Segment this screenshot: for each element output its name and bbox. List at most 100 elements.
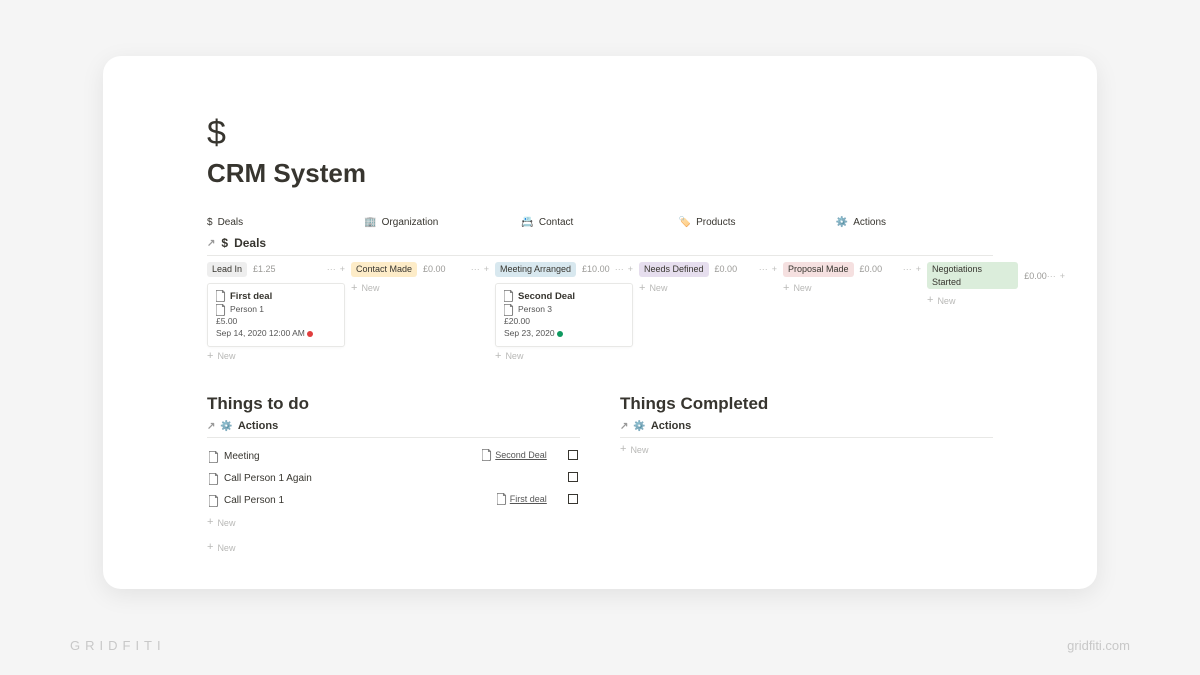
column-amount: £0.00 bbox=[423, 264, 446, 274]
page-icon bbox=[504, 304, 514, 316]
column-header: Negotiations Started£0.00···+ bbox=[927, 262, 1065, 289]
column-add-button[interactable]: + bbox=[772, 264, 777, 274]
watermark-brand: GRIDFITI bbox=[70, 638, 166, 653]
column-more-button[interactable]: ··· bbox=[903, 264, 912, 274]
page-icon bbox=[216, 290, 226, 302]
open-link-icon: ↗ bbox=[620, 421, 628, 432]
actions-view-header[interactable]: ↗ ⚙️ Actions bbox=[620, 420, 993, 438]
column-status-tag: Contact Made bbox=[351, 262, 417, 277]
open-link-icon: ↗ bbox=[207, 238, 215, 249]
column-amount: £0.00 bbox=[860, 264, 883, 274]
nav-label: Contact bbox=[539, 217, 573, 228]
nav-item-products[interactable]: 🏷️ Products bbox=[679, 217, 836, 228]
column-more-button[interactable]: ··· bbox=[327, 264, 336, 274]
done-checkbox[interactable] bbox=[568, 472, 578, 482]
todo-item-name: Call Person 1 bbox=[209, 495, 428, 507]
table-row[interactable]: MeetingSecond Deal bbox=[209, 446, 578, 467]
column-header: Proposal Made£0.00···+ bbox=[783, 262, 921, 277]
deal-link[interactable]: Second Deal bbox=[482, 449, 547, 461]
things-to-do-heading: Things to do bbox=[207, 394, 580, 414]
watermark-url: gridfiti.com bbox=[1067, 638, 1130, 653]
column-status-tag: Needs Defined bbox=[639, 262, 709, 277]
card-price: £5.00 bbox=[216, 316, 336, 328]
column-new-button[interactable]: +New bbox=[783, 283, 921, 294]
column-new-button[interactable]: +New bbox=[351, 283, 489, 294]
page-icon bbox=[482, 449, 492, 461]
column-add-button[interactable]: + bbox=[1060, 271, 1065, 281]
table-row[interactable]: Call Person 1 Again bbox=[209, 469, 578, 488]
plus-icon: + bbox=[927, 295, 933, 306]
kanban-column: Negotiations Started£0.00···++New bbox=[927, 262, 1065, 372]
things-completed-heading: Things Completed bbox=[620, 394, 993, 414]
column-header: Needs Defined £0.00 ··· + bbox=[639, 262, 777, 277]
todo-item-name: Call Person 1 Again bbox=[209, 473, 428, 485]
gear-icon: ⚙️ bbox=[836, 217, 848, 228]
add-todo-button-extra[interactable]: + New bbox=[207, 542, 580, 553]
column-add-button[interactable]: + bbox=[340, 264, 345, 274]
deals-view-header[interactable]: ↗ $ Deals bbox=[207, 232, 993, 256]
nav-item-contact[interactable]: 📇 Contact bbox=[521, 217, 678, 228]
nav-item-actions[interactable]: ⚙️ Actions bbox=[836, 217, 993, 228]
nav-label: Organization bbox=[382, 217, 439, 228]
column-amount: £0.00 bbox=[715, 264, 738, 274]
done-checkbox[interactable] bbox=[568, 450, 578, 460]
column-more-button[interactable]: ··· bbox=[471, 264, 480, 274]
status-dot-icon bbox=[557, 331, 563, 337]
plus-icon: + bbox=[495, 351, 501, 362]
column-add-button[interactable]: + bbox=[628, 264, 633, 274]
column-new-button[interactable]: +New bbox=[207, 351, 345, 362]
column-add-button[interactable]: + bbox=[484, 264, 489, 274]
plus-icon: + bbox=[207, 542, 213, 553]
plus-icon: + bbox=[620, 444, 626, 455]
page-icon bbox=[209, 451, 219, 463]
actions-view-title: Actions bbox=[238, 420, 278, 432]
column-status-tag: Lead In bbox=[207, 262, 247, 277]
kanban-column: Proposal Made£0.00···++New bbox=[783, 262, 921, 372]
done-checkbox[interactable] bbox=[568, 494, 578, 504]
page-icon bbox=[209, 473, 219, 485]
nav-item-deals[interactable]: $ Deals bbox=[207, 217, 364, 228]
column-new-button[interactable]: +New bbox=[639, 283, 777, 294]
column-status-tag: Negotiations Started bbox=[927, 262, 1018, 289]
nav-label: Deals bbox=[218, 217, 244, 228]
add-todo-button[interactable]: + New bbox=[207, 517, 580, 528]
card-title: First deal bbox=[230, 290, 272, 303]
column-more-button[interactable]: ··· bbox=[759, 264, 768, 274]
kanban-column: Lead In £1.25 ··· + First dealPerson 1£5.00S… bbox=[207, 262, 345, 372]
open-link-icon: ↗ bbox=[207, 421, 215, 432]
plus-icon: + bbox=[783, 283, 789, 294]
table-row[interactable]: Call Person 1 First deal bbox=[209, 490, 578, 511]
plus-icon: + bbox=[207, 517, 213, 528]
deal-link[interactable]: First deal bbox=[497, 493, 547, 505]
card-title: Second Deal bbox=[518, 290, 575, 303]
card-icon: 📇 bbox=[521, 217, 533, 228]
kanban-column: Contact Made £0.00 ··· + +New bbox=[351, 262, 489, 372]
dollar-icon: $ bbox=[207, 217, 213, 228]
actions-view-header[interactable]: ↗ ⚙️ Actions bbox=[207, 420, 580, 438]
add-completed-button[interactable]: + New bbox=[620, 444, 993, 455]
deal-card[interactable]: Second DealPerson 3£20.00Sep 23, 2020 bbox=[495, 283, 633, 347]
column-header: Lead In £1.25 ··· + bbox=[207, 262, 345, 277]
gear-icon: ⚙️ bbox=[220, 421, 232, 432]
page-icon bbox=[209, 495, 219, 507]
things-completed-section: Things Completed ↗ ⚙️ Actions + New bbox=[620, 394, 993, 553]
page-icon bbox=[497, 493, 507, 505]
page-icon bbox=[504, 290, 514, 302]
card-person: Person 3 bbox=[518, 304, 552, 316]
column-new-button[interactable]: +New bbox=[927, 295, 1065, 306]
column-new-button[interactable]: +New bbox=[495, 351, 633, 362]
nav-label: Actions bbox=[853, 217, 886, 228]
kanban-column: Meeting Arranged£10.00···+Second DealPer… bbox=[495, 262, 633, 372]
column-add-button[interactable]: + bbox=[916, 264, 921, 274]
column-more-button[interactable]: ··· bbox=[615, 264, 624, 274]
deal-card[interactable]: First dealPerson 1£5.00Sep 14, 2020 12:0… bbox=[207, 283, 345, 347]
todo-table: MeetingSecond Deal Call Person 1 Again Cal… bbox=[207, 444, 580, 513]
linked-databases-row: $ Deals 🏢 Organization 📇 Contact 🏷️ Prod… bbox=[207, 217, 993, 228]
column-more-button[interactable]: ··· bbox=[1047, 271, 1056, 281]
column-amount: £1.25 bbox=[253, 264, 276, 274]
plus-icon: + bbox=[639, 283, 645, 294]
column-header: Meeting Arranged£10.00···+ bbox=[495, 262, 633, 277]
tag-icon: 🏷️ bbox=[679, 217, 691, 228]
nav-item-organization[interactable]: 🏢 Organization bbox=[364, 217, 521, 228]
page-emoji-icon: $ bbox=[207, 116, 993, 150]
